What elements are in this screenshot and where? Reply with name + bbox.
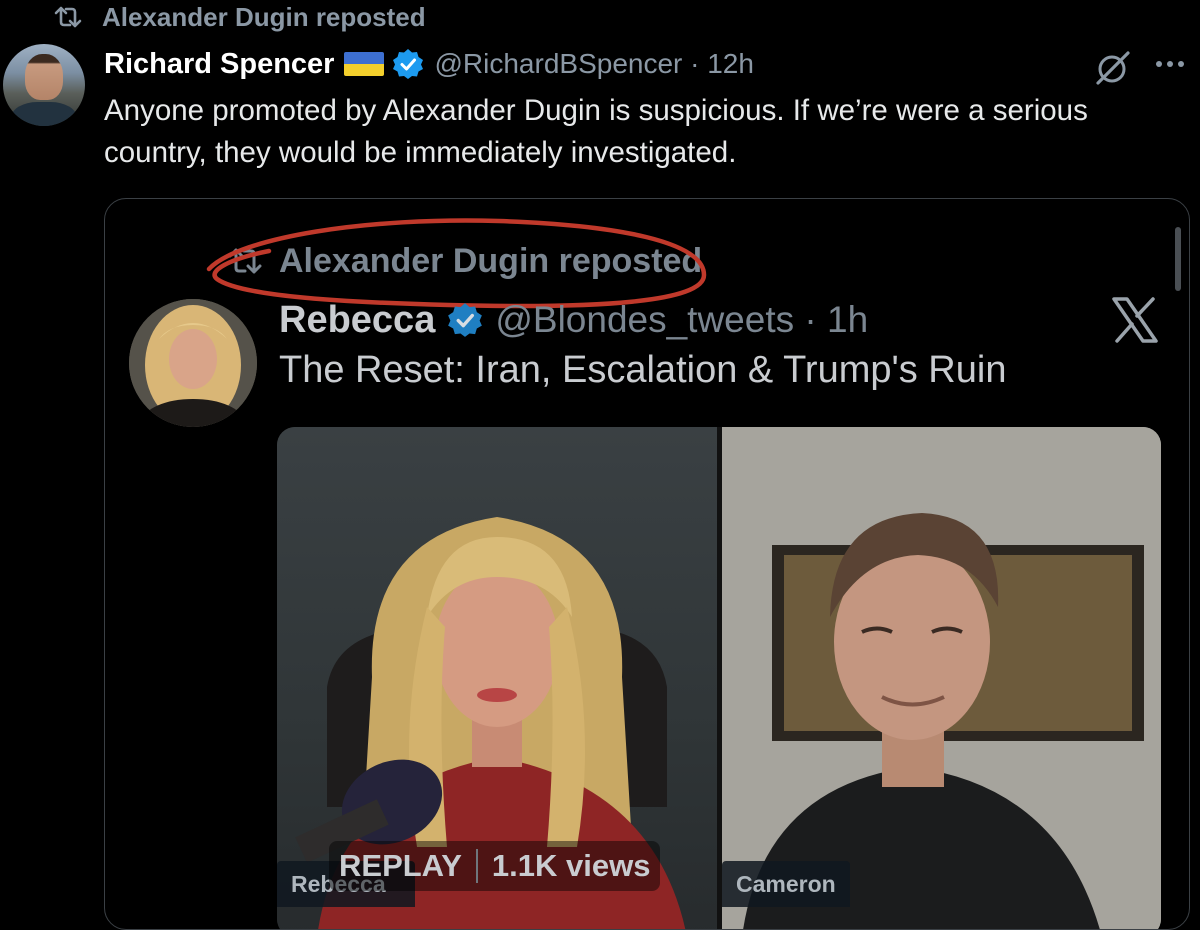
inner-author-handle-time: @Blondes_tweets · 1h <box>495 299 869 340</box>
views-count: 1.1K views <box>491 848 651 883</box>
scrollbar <box>1175 227 1181 291</box>
author-name[interactable]: Richard Spencer <box>104 48 334 81</box>
author-row: Richard Spencer @RichardBSpencer · 12h <box>104 44 754 84</box>
video-player[interactable]: Rebecca Cameron REPLAY 1.1K views <box>277 427 1161 929</box>
x-logo-icon <box>1112 297 1158 343</box>
ukraine-flag-icon <box>344 52 385 76</box>
more-options-icon[interactable] <box>1154 58 1186 70</box>
verified-badge-icon <box>448 303 483 337</box>
verified-badge-icon[interactable] <box>392 48 424 80</box>
rebecca-avatar <box>129 299 257 427</box>
inner-author-row: Rebecca @Blondes_tweets · 1h <box>279 295 868 345</box>
repost-header[interactable]: Alexander Dugin reposted <box>52 2 426 32</box>
repost-header-label: Alexander Dugin reposted <box>102 1 426 32</box>
tweet-text: Anyone promoted by Alexander Dugin is su… <box>104 94 1088 169</box>
author-handle-time[interactable]: @RichardBSpencer · 12h <box>434 48 753 80</box>
author-avatar[interactable] <box>3 44 85 126</box>
grok-icon[interactable] <box>1093 50 1133 86</box>
repost-icon <box>54 6 82 28</box>
speaker-tag-right: Cameron <box>722 861 850 907</box>
video-right-frame: Cameron <box>722 427 1161 929</box>
replay-label: REPLAY <box>339 848 462 883</box>
replay-bar[interactable]: REPLAY 1.1K views <box>329 841 661 891</box>
inner-author-name: Rebecca <box>279 298 436 341</box>
replay-separator <box>475 849 478 883</box>
inner-tweet-text: The Reset: Iran, Escalation & Trump's Ru… <box>279 349 1007 391</box>
attached-screenshot[interactable]: Alexander Dugin reposted Rebecca @Blonde… <box>104 198 1190 930</box>
